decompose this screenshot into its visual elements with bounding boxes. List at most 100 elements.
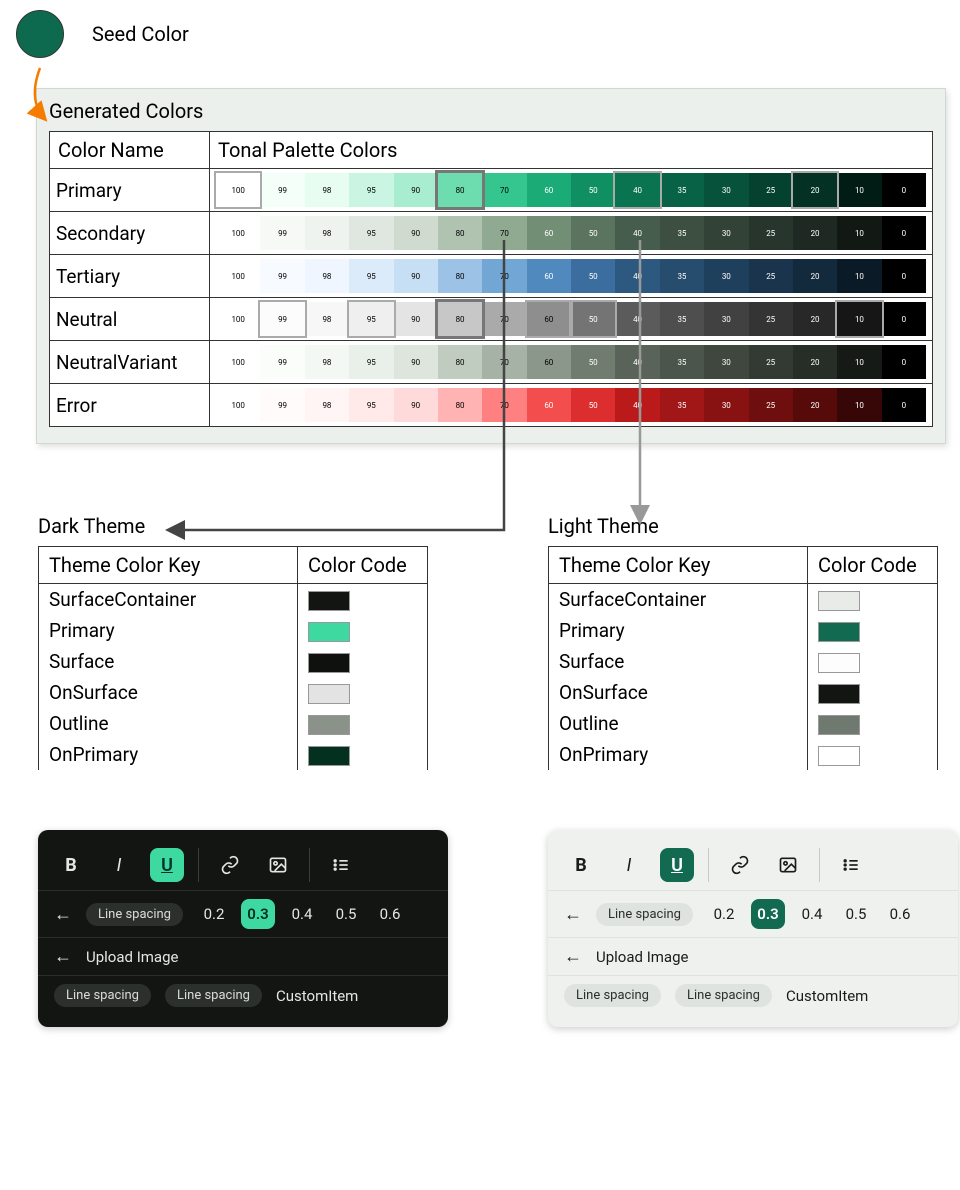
tonal-swatch: 99 bbox=[260, 388, 304, 422]
link-button[interactable] bbox=[213, 848, 247, 882]
tonal-swatch: 50 bbox=[571, 216, 615, 250]
line-spacing-chip[interactable]: Line spacing bbox=[86, 903, 183, 926]
theme-key-cell: SurfaceContainer bbox=[549, 584, 808, 616]
color-code-swatch bbox=[818, 591, 860, 611]
tonal-swatch: 40 bbox=[615, 388, 659, 422]
tonal-swatch: 40 bbox=[615, 345, 659, 379]
image-button[interactable] bbox=[771, 848, 805, 882]
tonal-swatch: 70 bbox=[482, 345, 526, 379]
theme-code-cell bbox=[298, 646, 428, 677]
tonal-swatch: 20 bbox=[793, 173, 837, 207]
back-button[interactable]: ← bbox=[54, 946, 72, 967]
color-code-swatch bbox=[818, 715, 860, 735]
color-code-swatch bbox=[308, 715, 350, 735]
chip-one[interactable]: Line spacing bbox=[54, 984, 151, 1007]
color-code-swatch bbox=[818, 653, 860, 673]
color-code-swatch bbox=[308, 653, 350, 673]
spacing-value[interactable]: 0.4 bbox=[285, 899, 319, 929]
theme-code-cell bbox=[298, 584, 428, 616]
tonal-swatch: 30 bbox=[704, 388, 748, 422]
tonal-swatch: 40 bbox=[615, 302, 659, 336]
tonal-swatch: 95 bbox=[349, 259, 393, 293]
theme-key-cell: OnSurface bbox=[549, 677, 808, 708]
tonal-swatch: 99 bbox=[260, 216, 304, 250]
back-button[interactable]: ← bbox=[564, 904, 582, 925]
spacing-value[interactable]: 0.4 bbox=[795, 899, 829, 929]
image-button[interactable] bbox=[261, 848, 295, 882]
color-code-swatch bbox=[818, 684, 860, 704]
tonal-swatch: 25 bbox=[749, 216, 793, 250]
tonal-swatch: 70 bbox=[482, 259, 526, 293]
color-code-swatch bbox=[818, 622, 860, 642]
italic-button[interactable]: I bbox=[102, 848, 136, 882]
spacing-value[interactable]: 0.5 bbox=[329, 899, 363, 929]
tonal-swatch: 80 bbox=[438, 216, 482, 250]
spacing-value[interactable]: 0.6 bbox=[373, 899, 407, 929]
toolbar-divider bbox=[819, 848, 820, 882]
tonal-swatch: 90 bbox=[394, 173, 438, 207]
tonal-swatch: 98 bbox=[305, 173, 349, 207]
spacing-value[interactable]: 0.3 bbox=[751, 899, 785, 929]
tonal-swatch: 99 bbox=[260, 173, 304, 207]
tonal-swatch: 99 bbox=[260, 259, 304, 293]
tonal-swatch: 70 bbox=[482, 173, 526, 207]
theme-code-cell bbox=[808, 677, 938, 708]
tonal-swatch: 90 bbox=[394, 345, 438, 379]
dark-theme-title: Dark Theme bbox=[38, 514, 428, 538]
tonal-swatch: 0 bbox=[882, 388, 926, 422]
underline-button[interactable]: U bbox=[660, 848, 694, 882]
tonal-swatch: 100 bbox=[216, 345, 260, 379]
theme-header-code: Color Code bbox=[298, 547, 428, 584]
custom-item-label: CustomItem bbox=[786, 987, 868, 1005]
chip-two[interactable]: Line spacing bbox=[675, 984, 772, 1007]
tonal-swatch: 20 bbox=[793, 259, 837, 293]
tonal-swatch: 20 bbox=[793, 388, 837, 422]
tonal-swatch: 100 bbox=[216, 259, 260, 293]
theme-code-cell bbox=[298, 677, 428, 708]
tonal-swatch: 95 bbox=[349, 173, 393, 207]
tonal-swatch: 0 bbox=[882, 259, 926, 293]
tonal-swatch: 60 bbox=[527, 345, 571, 379]
spacing-value[interactable]: 0.3 bbox=[241, 899, 275, 929]
tonal-swatch: 25 bbox=[749, 345, 793, 379]
back-button[interactable]: ← bbox=[54, 904, 72, 925]
theme-key-cell: Primary bbox=[549, 615, 808, 646]
bold-button[interactable]: B bbox=[54, 848, 88, 882]
tonal-swatch: 80 bbox=[438, 259, 482, 293]
palette-row-name: Primary bbox=[50, 169, 210, 212]
tonal-swatch: 0 bbox=[882, 302, 926, 336]
upload-image-label[interactable]: Upload Image bbox=[596, 948, 688, 966]
underline-button[interactable]: U bbox=[150, 848, 184, 882]
spacing-value[interactable]: 0.6 bbox=[883, 899, 917, 929]
line-spacing-chip[interactable]: Line spacing bbox=[596, 903, 693, 926]
tonal-swatch: 20 bbox=[793, 216, 837, 250]
tonal-swatch: 60 bbox=[527, 388, 571, 422]
bold-button[interactable]: B bbox=[564, 848, 598, 882]
tonal-swatch: 95 bbox=[349, 216, 393, 250]
link-button[interactable] bbox=[723, 848, 757, 882]
tonal-swatch: 10 bbox=[837, 173, 881, 207]
tonal-swatch: 40 bbox=[615, 259, 659, 293]
color-code-swatch bbox=[818, 746, 860, 766]
tonal-swatch: 90 bbox=[394, 388, 438, 422]
tonal-swatch: 95 bbox=[349, 302, 393, 336]
theme-code-cell bbox=[808, 708, 938, 739]
tonal-swatch: 35 bbox=[660, 216, 704, 250]
spacing-value[interactable]: 0.5 bbox=[839, 899, 873, 929]
color-code-swatch bbox=[308, 591, 350, 611]
theme-key-cell: Primary bbox=[39, 615, 298, 646]
italic-button[interactable]: I bbox=[612, 848, 646, 882]
light-theme-table: Theme Color Key Color Code SurfaceContai… bbox=[548, 546, 938, 770]
theme-header-code: Color Code bbox=[808, 547, 938, 584]
chip-one[interactable]: Line spacing bbox=[564, 984, 661, 1007]
chip-two[interactable]: Line spacing bbox=[165, 984, 262, 1007]
spacing-value[interactable]: 0.2 bbox=[197, 899, 231, 929]
back-button[interactable]: ← bbox=[564, 946, 582, 967]
list-button[interactable] bbox=[834, 848, 868, 882]
upload-image-label[interactable]: Upload Image bbox=[86, 948, 178, 966]
theme-key-cell: Surface bbox=[549, 646, 808, 677]
tonal-swatch: 35 bbox=[660, 173, 704, 207]
spacing-value[interactable]: 0.2 bbox=[707, 899, 741, 929]
theme-key-cell: Surface bbox=[39, 646, 298, 677]
list-button[interactable] bbox=[324, 848, 358, 882]
